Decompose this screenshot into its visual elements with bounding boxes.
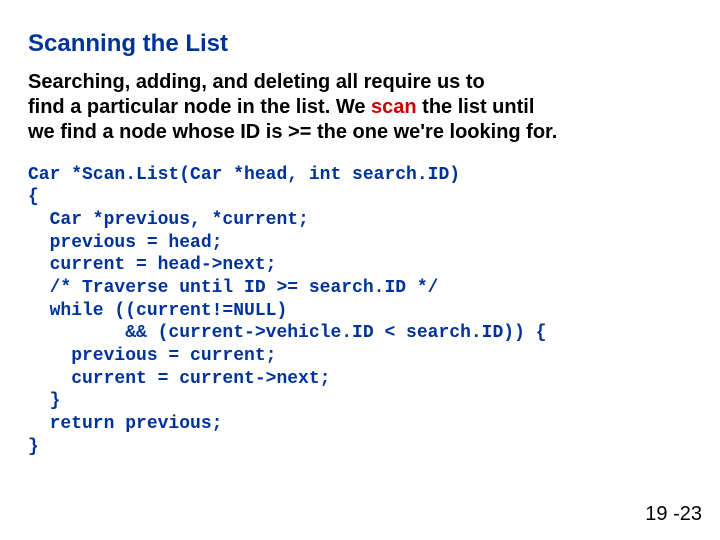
body-paragraph: Searching, adding, and deleting all requ… <box>28 70 692 146</box>
scan-keyword: scan <box>371 96 417 118</box>
body-line-3: we find a node whose ID is >= the one we… <box>28 121 557 143</box>
code-line-13: } <box>28 437 39 457</box>
body-line-2b: the list until <box>417 96 535 118</box>
code-line-8: && (current->vehicle.ID < search.ID)) { <box>28 323 546 343</box>
code-line-2: { <box>28 187 39 207</box>
code-line-11: } <box>28 391 60 411</box>
code-line-3: Car *previous, *current; <box>28 210 309 230</box>
slide: Scanning the List Searching, adding, and… <box>0 0 720 540</box>
body-line-1: Searching, adding, and deleting all requ… <box>28 71 485 93</box>
code-line-12: return previous; <box>28 414 222 434</box>
code-line-5: current = head->next; <box>28 255 276 275</box>
code-line-9: previous = current; <box>28 346 276 366</box>
code-line-6: /* Traverse until ID >= search.ID */ <box>28 278 438 298</box>
slide-title: Scanning the List <box>28 30 692 58</box>
code-line-4: previous = head; <box>28 233 222 253</box>
code-line-7: while ((current!=NULL) <box>28 301 298 321</box>
code-block: Car *Scan.List(Car *head, int search.ID)… <box>28 164 692 459</box>
code-line-10: current = current->next; <box>28 369 330 389</box>
code-line-1: Car *Scan.List(Car *head, int search.ID) <box>28 165 460 185</box>
body-line-2a: find a particular node in the list. We <box>28 96 371 118</box>
page-number: 19 -23 <box>645 503 702 526</box>
